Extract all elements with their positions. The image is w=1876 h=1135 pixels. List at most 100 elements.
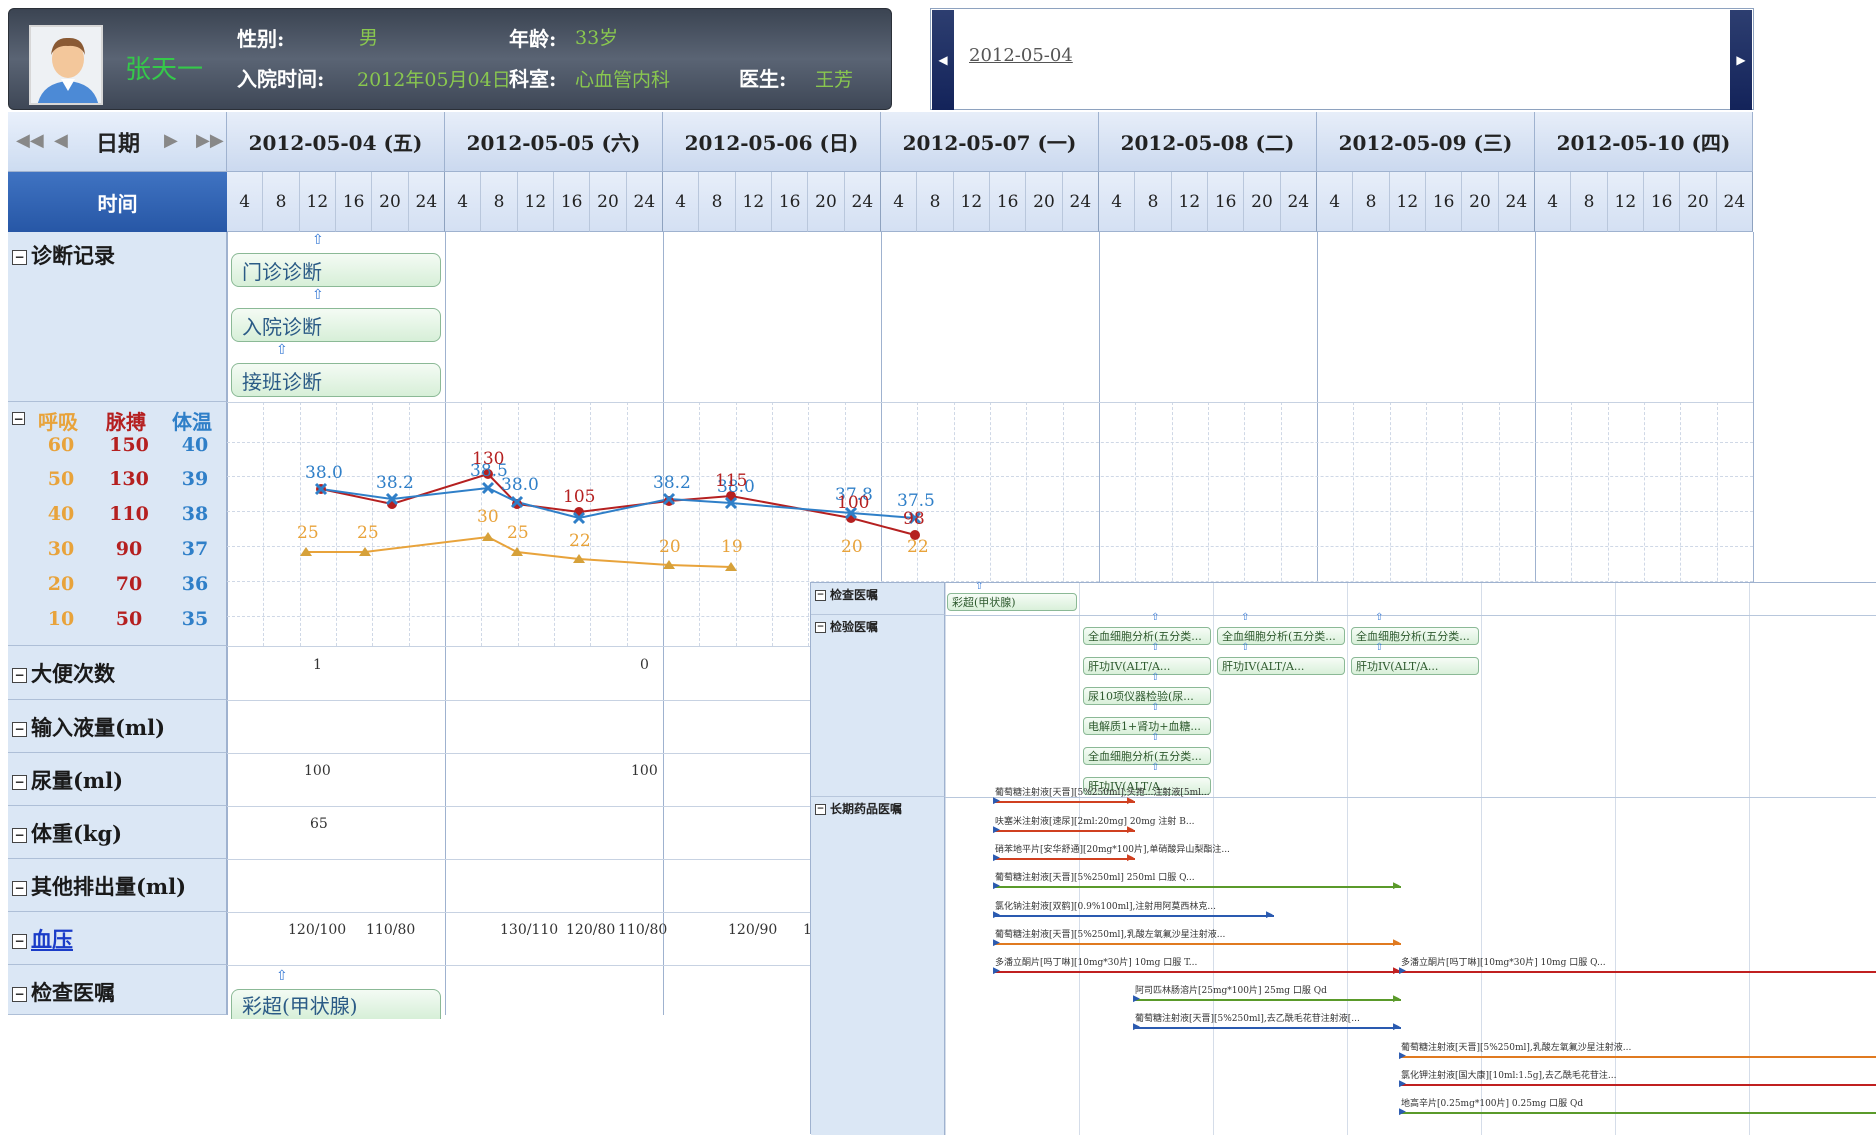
double-left-arrow-icon[interactable]: ◀◀ bbox=[16, 130, 44, 151]
collapse-toggle-icon[interactable]: − bbox=[815, 590, 826, 601]
overlay-lab-item[interactable]: 电解质1+肾功+血糖... bbox=[1083, 717, 1211, 735]
hour-column-header: 16 bbox=[554, 172, 591, 232]
urine-row-label[interactable]: − 尿量(ml) bbox=[8, 753, 227, 806]
hour-column-header: 4 bbox=[663, 172, 700, 232]
long-term-med-order[interactable]: 葡萄糖注射液[天晋][5%250ml],去乙酰毛花苷注射液[... bbox=[1135, 1011, 1360, 1024]
date-column-header[interactable]: 2012-05-05 (六) bbox=[445, 112, 663, 172]
resp-data-label: 22 bbox=[907, 537, 929, 557]
long-term-med-order[interactable]: 多潘立酮片[吗丁啉][10mg*30片] 10mg 口服 T... bbox=[995, 955, 1197, 968]
right-arrow-icon[interactable]: ▶ bbox=[164, 130, 178, 151]
overlay-lab-item[interactable]: 全血细胞分析(五分类... bbox=[1083, 627, 1211, 645]
weight-row-label[interactable]: − 体重(kg) bbox=[8, 806, 227, 859]
collapse-toggle-icon[interactable]: − bbox=[12, 881, 27, 896]
triangle-right-icon: ▶ bbox=[1736, 53, 1746, 67]
collapse-toggle-icon[interactable]: − bbox=[12, 828, 27, 843]
exam-row-label[interactable]: − 检查医嘱 bbox=[8, 965, 227, 1015]
collapse-toggle-icon[interactable]: − bbox=[815, 622, 826, 633]
hour-column-header: 16 bbox=[336, 172, 373, 232]
diagnosis-item[interactable]: 接班诊断 bbox=[231, 363, 441, 397]
stool-row-label[interactable]: − 大便次数 bbox=[8, 646, 227, 700]
resp-data-label: 20 bbox=[841, 537, 863, 557]
collapse-toggle-icon[interactable]: − bbox=[12, 668, 27, 683]
collapse-toggle-icon[interactable]: − bbox=[815, 804, 826, 815]
date-column-header[interactable]: 2012-05-09 (三) bbox=[1317, 112, 1535, 172]
start-triangle-icon: ▶ bbox=[1399, 1107, 1406, 1117]
other-output-row-label[interactable]: − 其他排出量(ml) bbox=[8, 859, 227, 912]
bp-value: 110/80 bbox=[366, 922, 416, 938]
urine-value: 100 bbox=[304, 763, 331, 779]
collapse-toggle-icon[interactable]: − bbox=[12, 934, 27, 949]
overlay-lab-item[interactable]: 全血细胞分析(五分类... bbox=[1083, 747, 1211, 765]
collapse-toggle-icon[interactable]: − bbox=[12, 775, 27, 790]
hour-column-header: 20 bbox=[590, 172, 627, 232]
current-date-link[interactable]: 2012-05-04 bbox=[969, 45, 1073, 66]
long-term-med-order[interactable]: 呋塞米注射液[速尿][2ml:20mg] 20mg 注射 B... bbox=[995, 814, 1195, 827]
med-duration-bar bbox=[995, 886, 1401, 888]
long-term-med-order[interactable]: 葡萄糖注射液[天晋][5%250ml],乳酸左氧氟沙星注射液... bbox=[1401, 1040, 1631, 1053]
long-term-med-order[interactable]: 葡萄糖注射液[天晋][5%250ml],乳酸左氧氟沙星注射液... bbox=[995, 927, 1225, 940]
end-triangle-icon: ▶ bbox=[1393, 1022, 1400, 1032]
up-arrow-icon: ⇧ bbox=[1151, 672, 1160, 683]
long-term-med-order[interactable]: 氯化钾注射液[国大康][10ml:1.5g],去乙酰毛花苷注... bbox=[1401, 1068, 1616, 1081]
overlay-lab-item[interactable]: 肝功IV(ALT/A... bbox=[1217, 657, 1345, 675]
up-arrow-icon: ⇧ bbox=[276, 968, 288, 984]
date-column-header[interactable]: 2012-05-06 (日) bbox=[663, 112, 881, 172]
start-triangle-icon: ▶ bbox=[993, 796, 1000, 806]
double-right-arrow-icon[interactable]: ▶▶ bbox=[196, 130, 224, 151]
long-term-med-order[interactable]: 葡萄糖注射液[天晋][5%250ml] 250ml 口服 Q... bbox=[995, 870, 1195, 883]
long-term-med-order[interactable]: 葡萄糖注射液[天晋][5%250ml],头孢...注射液[5ml... bbox=[995, 785, 1210, 798]
dept-label: 科室: bbox=[509, 67, 557, 91]
date-column-header[interactable]: 2012-05-07 (一) bbox=[881, 112, 1099, 172]
temp-scale-value: 38 bbox=[181, 503, 209, 525]
up-arrow-icon: ⇧ bbox=[312, 232, 324, 248]
collapse-toggle-icon[interactable]: − bbox=[12, 722, 27, 737]
hour-column-header: 16 bbox=[1426, 172, 1463, 232]
date-column-header[interactable]: 2012-05-10 (四) bbox=[1535, 112, 1753, 172]
collapse-toggle-icon[interactable]: − bbox=[12, 412, 25, 425]
overlay-lab-item[interactable]: 尿10项仪器检验(尿... bbox=[1083, 687, 1211, 705]
long-term-med-order[interactable]: 硝苯地平片[安华舒通][20mg*100片],单硝酸异山梨酯注... bbox=[995, 842, 1230, 855]
hour-column-header: 12 bbox=[299, 172, 336, 232]
pulse-scale-value: 130 bbox=[109, 468, 149, 490]
long-term-med-order[interactable]: 地高辛片[0.25mg*100片] 0.25mg 口服 Qd bbox=[1401, 1096, 1583, 1109]
med-duration-bar bbox=[995, 830, 1135, 832]
other-output-label: 其他排出量(ml) bbox=[31, 874, 187, 899]
exam-item[interactable]: 彩超(甲状腺) bbox=[231, 989, 441, 1019]
long-term-med-order[interactable]: 氯化钠注射液[双鹤][0.9%100ml],注射用阿莫西林克... bbox=[995, 899, 1216, 912]
overlay-lab-item[interactable]: 全血细胞分析(五分类... bbox=[1351, 627, 1479, 645]
overlay-lab-label[interactable]: − 检验医嘱 bbox=[811, 615, 945, 797]
overlay-day-divider bbox=[1347, 583, 1348, 1135]
med-duration-bar bbox=[1401, 1056, 1876, 1058]
up-arrow-icon: ⇧ bbox=[312, 287, 324, 303]
long-term-med-order[interactable]: 多潘立酮片[吗丁啉][10mg*30片] 10mg 口服 Q... bbox=[1401, 955, 1606, 968]
bp-value: 110/80 bbox=[618, 922, 668, 938]
overlay-lab-item[interactable]: 肝功IV(ALT/A... bbox=[1083, 657, 1211, 675]
hour-column-header: 12 bbox=[735, 172, 772, 232]
date-column-header[interactable]: 2012-05-04 (五) bbox=[227, 112, 445, 172]
resp-data-label: 20 bbox=[659, 537, 681, 557]
overlay-longterm-label[interactable]: − 长期药品医嘱 bbox=[811, 797, 945, 1135]
bp-link[interactable]: 血压 bbox=[31, 927, 73, 952]
overlay-lab-item[interactable]: 全血细胞分析(五分类... bbox=[1217, 627, 1345, 645]
diagnosis-item[interactable]: 入院诊断 bbox=[231, 308, 441, 342]
pulse-data-label: 98 bbox=[903, 509, 925, 529]
bp-row-label[interactable]: − 血压 bbox=[8, 912, 227, 965]
overlay-exam-label[interactable]: − 检查医嘱 bbox=[811, 583, 945, 615]
prev-date-button[interactable]: ◀ bbox=[932, 10, 954, 110]
next-date-button[interactable]: ▶ bbox=[1730, 10, 1752, 110]
left-arrow-icon[interactable]: ◀ bbox=[54, 130, 68, 151]
input-row-label[interactable]: − 输入液量(ml) bbox=[8, 700, 227, 753]
resp-scale-value: 40 bbox=[47, 503, 75, 525]
overlay-lab-item[interactable]: 肝功IV(ALT/A... bbox=[1351, 657, 1479, 675]
diagnosis-row-label[interactable]: − 诊断记录 bbox=[8, 232, 227, 402]
resp-data-label: 22 bbox=[569, 531, 591, 551]
collapse-toggle-icon[interactable]: − bbox=[12, 987, 27, 1002]
diagnosis-item[interactable]: 门诊诊断 bbox=[231, 253, 441, 287]
date-nav-label: 日期 bbox=[96, 131, 141, 157]
hour-column-header: 16 bbox=[1644, 172, 1681, 232]
long-term-med-order[interactable]: 阿司匹林肠溶片[25mg*100片] 25mg 口服 Qd bbox=[1135, 983, 1327, 996]
overlay-exam-item[interactable]: 彩超(甲状腺) bbox=[947, 593, 1077, 611]
med-duration-bar bbox=[995, 971, 1401, 973]
collapse-toggle-icon[interactable]: − bbox=[12, 250, 27, 265]
date-column-header[interactable]: 2012-05-08 (二) bbox=[1099, 112, 1317, 172]
